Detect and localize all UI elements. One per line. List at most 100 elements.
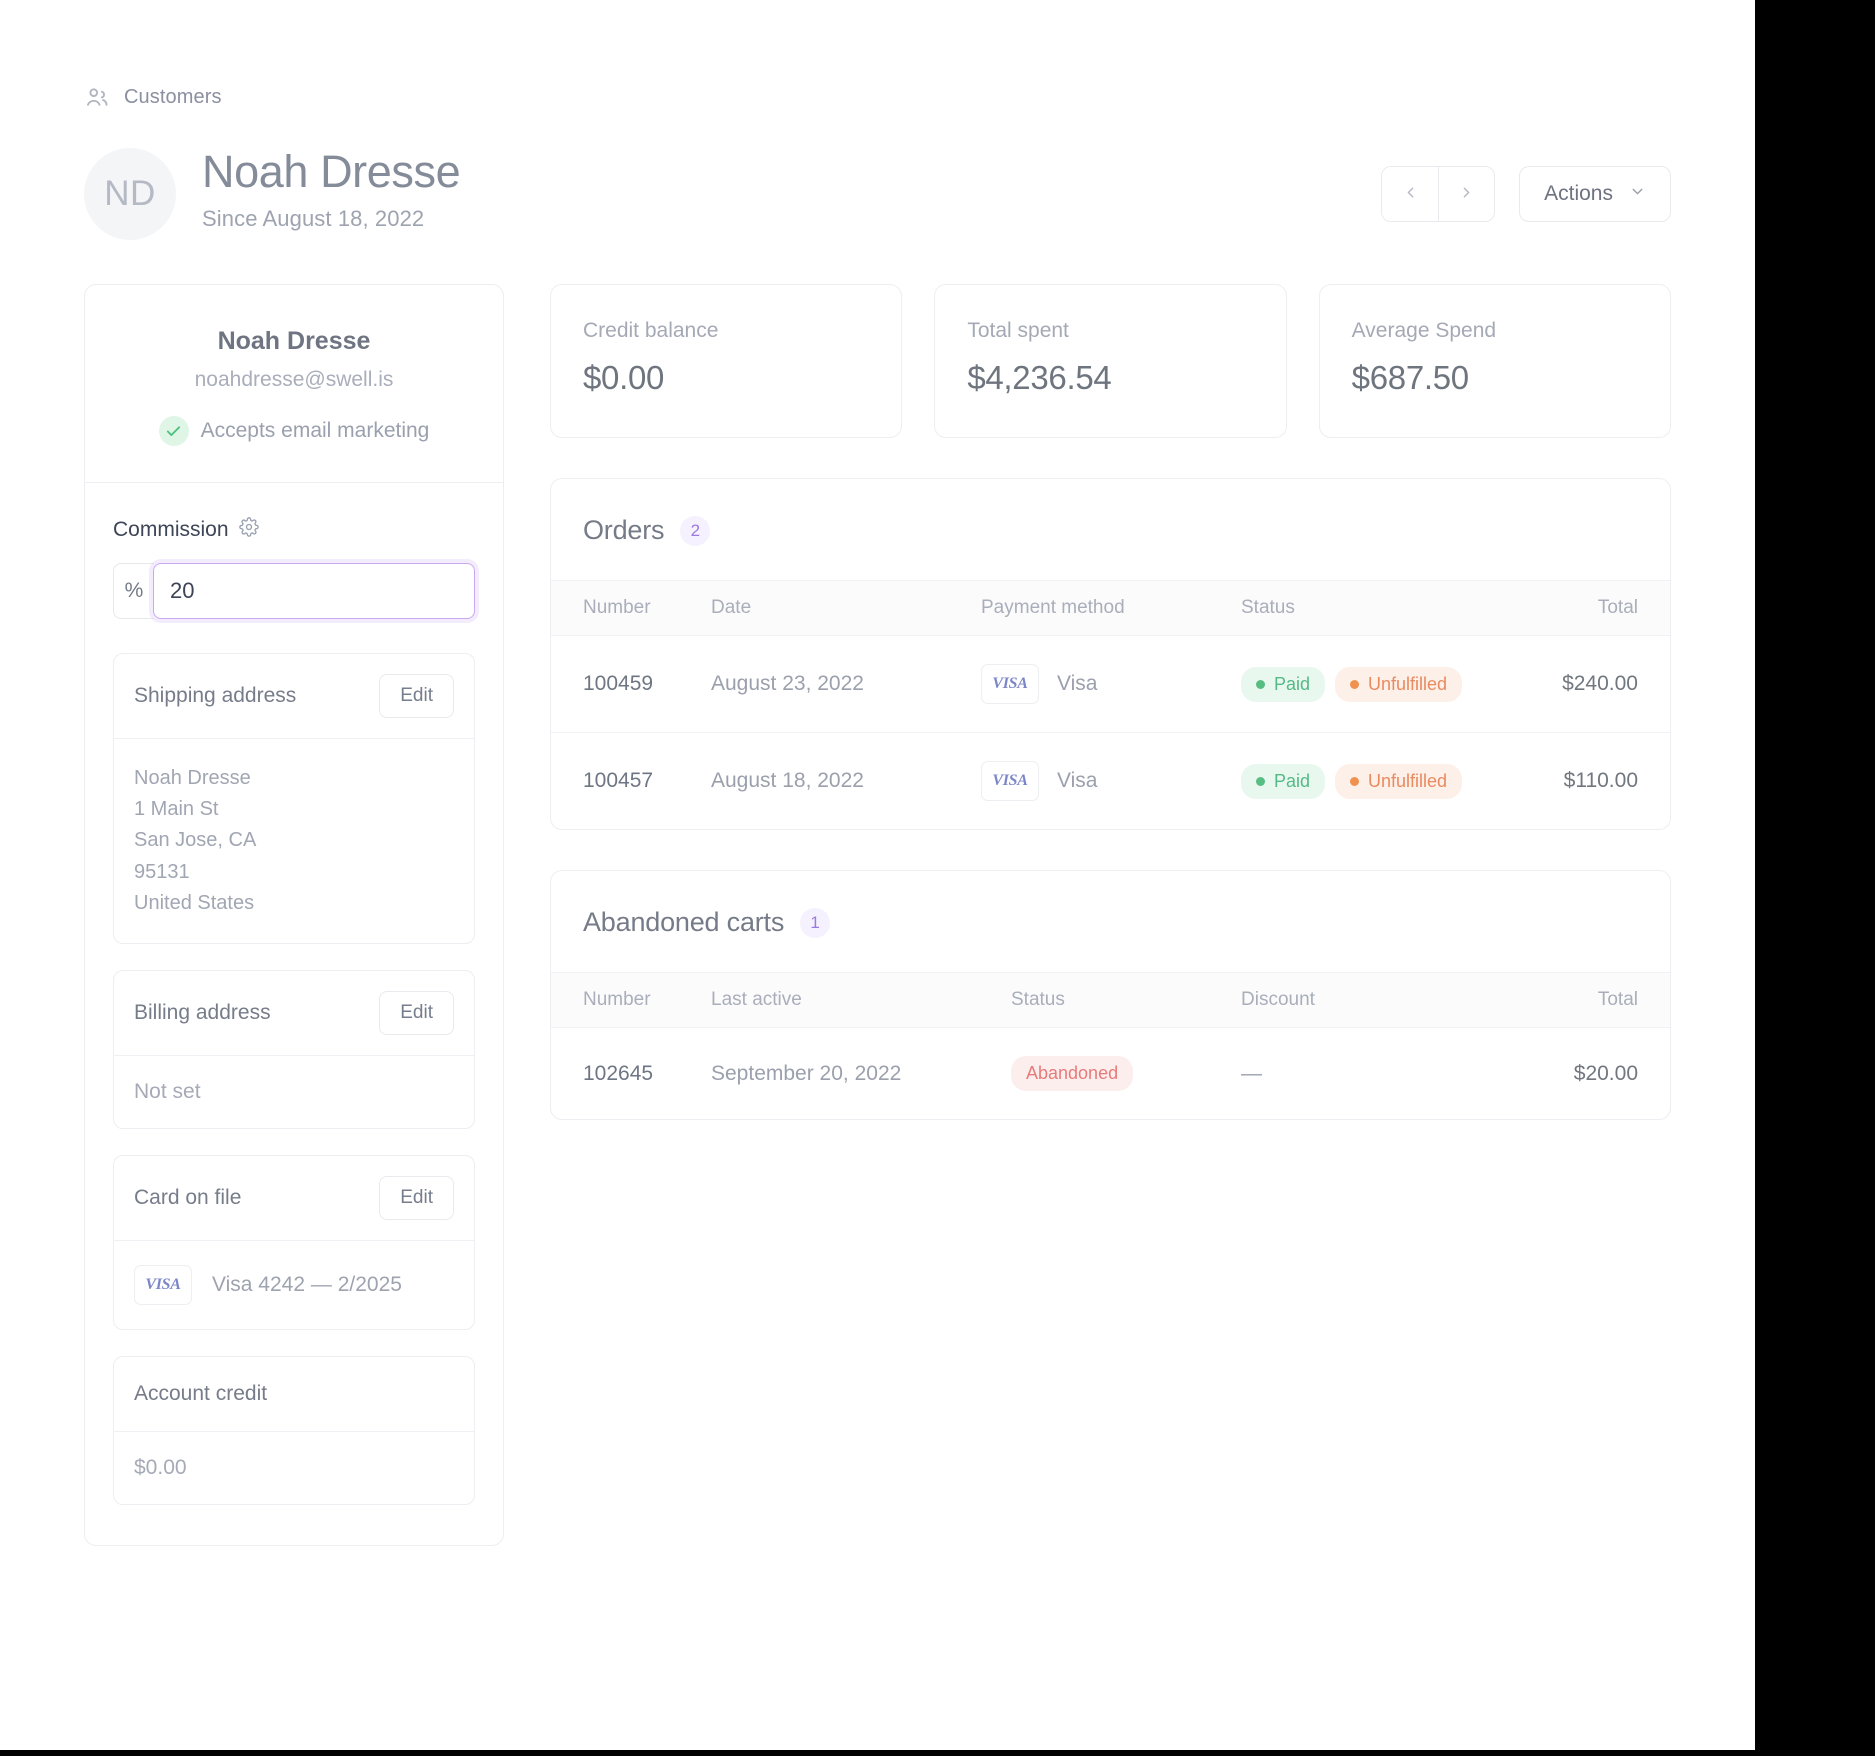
status-badge-abandoned: Abandoned	[1011, 1056, 1134, 1091]
status-badge-label: Unfulfilled	[1368, 770, 1448, 791]
edit-billing-address-button[interactable]: Edit	[379, 990, 454, 1035]
order-date: August 18, 2022	[711, 769, 864, 792]
status-dot-icon	[1256, 776, 1265, 786]
stat-label: Average Spend	[1351, 319, 1497, 342]
status-badge-fulfillment: Unfulfilled	[1335, 666, 1463, 702]
address-line: San Jose, CA	[134, 829, 257, 852]
stat-value: $0.00	[583, 359, 665, 396]
abandoned-col-last-active: Last active	[711, 972, 1011, 1028]
card-on-file-value: Visa 4242 — 2/2025	[212, 1272, 402, 1296]
order-number: 100459	[551, 635, 711, 733]
order-total: $110.00	[1563, 769, 1638, 792]
chevron-left-icon	[1402, 184, 1419, 204]
billing-address-value: Not set	[134, 1079, 201, 1103]
status-dot-icon	[1350, 679, 1360, 689]
page-content: Noah Dresse noahdresse@swell.is Accepts …	[84, 284, 1671, 1546]
order-status: Paid Unfulfilled	[1241, 733, 1529, 830]
cart-total: $20.00	[1573, 1061, 1638, 1085]
stat-card-average-spend: Average Spend $687.50	[1318, 284, 1671, 438]
stat-card-credit-balance: Credit balance $0.00	[550, 284, 903, 438]
cart-status: Abandoned	[1011, 1028, 1241, 1120]
stat-cards: Credit balance $0.00 Total spent $4,236.…	[550, 284, 1671, 438]
visa-icon: VISA	[134, 1264, 192, 1305]
address-line: Noah Dresse	[134, 767, 251, 789]
address-line: United States	[134, 891, 255, 914]
check-icon	[158, 416, 189, 446]
table-row[interactable]: 102645 September 20, 2022 Abandoned — $2…	[551, 1028, 1670, 1120]
abandoned-carts-panel: Abandoned carts 1 Number Last active Sta…	[550, 870, 1671, 1120]
shipping-address-title: Shipping address	[134, 684, 297, 707]
breadcrumb[interactable]: Customers	[84, 0, 1671, 110]
orders-table: Number Date Payment method Status Total …	[551, 580, 1670, 829]
billing-address-title: Billing address	[134, 1000, 271, 1024]
cart-discount: —	[1241, 1061, 1262, 1085]
email-marketing-status: Accepts email marketing	[111, 416, 477, 446]
profile-name: Noah Dresse	[217, 327, 371, 355]
header-actions: Actions	[1381, 144, 1671, 222]
order-total: $240.00	[1529, 635, 1670, 733]
orders-header: Orders 2	[551, 479, 1670, 580]
commission-label-row: Commission	[113, 517, 475, 543]
status-dot-icon	[1256, 679, 1265, 689]
payment-method-label: Visa	[1057, 769, 1098, 792]
visa-icon-label: VISA	[992, 772, 1028, 789]
order-status: Paid Unfulfilled	[1241, 635, 1530, 733]
table-row[interactable]: 100457 August 18, 2022 VISA Visa Paid Un…	[551, 733, 1670, 830]
status-badge-paid: Paid	[1241, 763, 1326, 799]
chevron-down-icon	[1629, 182, 1646, 206]
orders-col-date: Date	[711, 580, 981, 636]
status-badge-label: Abandoned	[1026, 1063, 1119, 1083]
customer-main: Credit balance $0.00 Total spent $4,236.…	[550, 284, 1671, 1120]
cart-last-active: September 20, 2022	[711, 1061, 902, 1085]
table-row[interactable]: 100459 August 23, 2022 VISA Visa Paid Un…	[551, 635, 1670, 733]
address-payment-sections: Shipping address Edit Noah Dresse 1 Main…	[85, 639, 503, 1545]
abandoned-col-status: Status	[1011, 972, 1241, 1028]
order-date: August 23, 2022	[711, 635, 981, 733]
customer-identity: ND Noah Dresse Since August 18, 2022	[84, 144, 461, 240]
actions-button[interactable]: Actions	[1519, 166, 1671, 222]
stat-label: Total spent	[967, 319, 1069, 342]
profile-card: Noah Dresse noahdresse@swell.is Accepts …	[84, 284, 504, 1546]
edit-shipping-address-button[interactable]: Edit	[379, 674, 454, 718]
prev-record-button[interactable]	[1382, 167, 1439, 221]
avatar: ND	[84, 148, 176, 240]
abandoned-carts-count-badge: 1	[800, 907, 831, 938]
page-header: ND Noah Dresse Since August 18, 2022 Act…	[84, 144, 1671, 240]
abandoned-col-discount: Discount	[1241, 972, 1428, 1028]
abandoned-carts-table: Number Last active Status Discount Total…	[551, 972, 1670, 1119]
abandoned-col-number: Number	[551, 972, 711, 1028]
commission-input[interactable]	[153, 563, 475, 619]
edit-card-on-file-button[interactable]: Edit	[379, 1175, 454, 1220]
gear-icon[interactable]	[238, 517, 259, 543]
orders-table-header-row: Number Date Payment method Status Total	[551, 580, 1670, 636]
customer-since: Since August 18, 2022	[202, 205, 425, 231]
visa-icon-label: VISA	[992, 675, 1028, 692]
app-viewport: Customers ND Noah Dresse Since August 18…	[0, 0, 1755, 1750]
card-on-file-title: Card on file	[134, 1185, 242, 1209]
orders-count-badge: 2	[680, 515, 711, 546]
commission-input-group: %	[113, 563, 475, 619]
abandoned-col-total: Total	[1427, 972, 1670, 1028]
status-dot-icon	[1350, 776, 1360, 786]
profile-email[interactable]: noahdresse@swell.is	[111, 368, 477, 392]
shipping-address-card: Shipping address Edit Noah Dresse 1 Main…	[113, 653, 475, 944]
chevron-right-icon	[1458, 184, 1475, 204]
account-credit-body: $0.00	[114, 1430, 474, 1504]
status-badge-label: Paid	[1274, 770, 1311, 791]
billing-address-body: Not set	[114, 1054, 474, 1128]
email-marketing-label: Accepts email marketing	[200, 419, 430, 442]
account-credit-value: $0.00	[134, 1455, 187, 1479]
abandoned-carts-title: Abandoned carts	[583, 907, 785, 937]
next-record-button[interactable]	[1438, 167, 1495, 221]
actions-button-label: Actions	[1544, 182, 1613, 205]
orders-col-status: Status	[1241, 580, 1530, 636]
orders-panel: Orders 2 Number Date Payment method Stat…	[550, 478, 1671, 830]
stat-label: Credit balance	[583, 319, 719, 342]
abandoned-carts-header: Abandoned carts 1	[551, 871, 1670, 972]
orders-col-number: Number	[551, 580, 711, 636]
billing-address-card: Billing address Edit Not set	[113, 969, 475, 1129]
orders-col-payment-method: Payment method	[981, 580, 1241, 636]
breadcrumb-label[interactable]: Customers	[124, 86, 222, 109]
address-line: 95131	[134, 860, 190, 883]
status-badge-paid: Paid	[1241, 666, 1326, 702]
